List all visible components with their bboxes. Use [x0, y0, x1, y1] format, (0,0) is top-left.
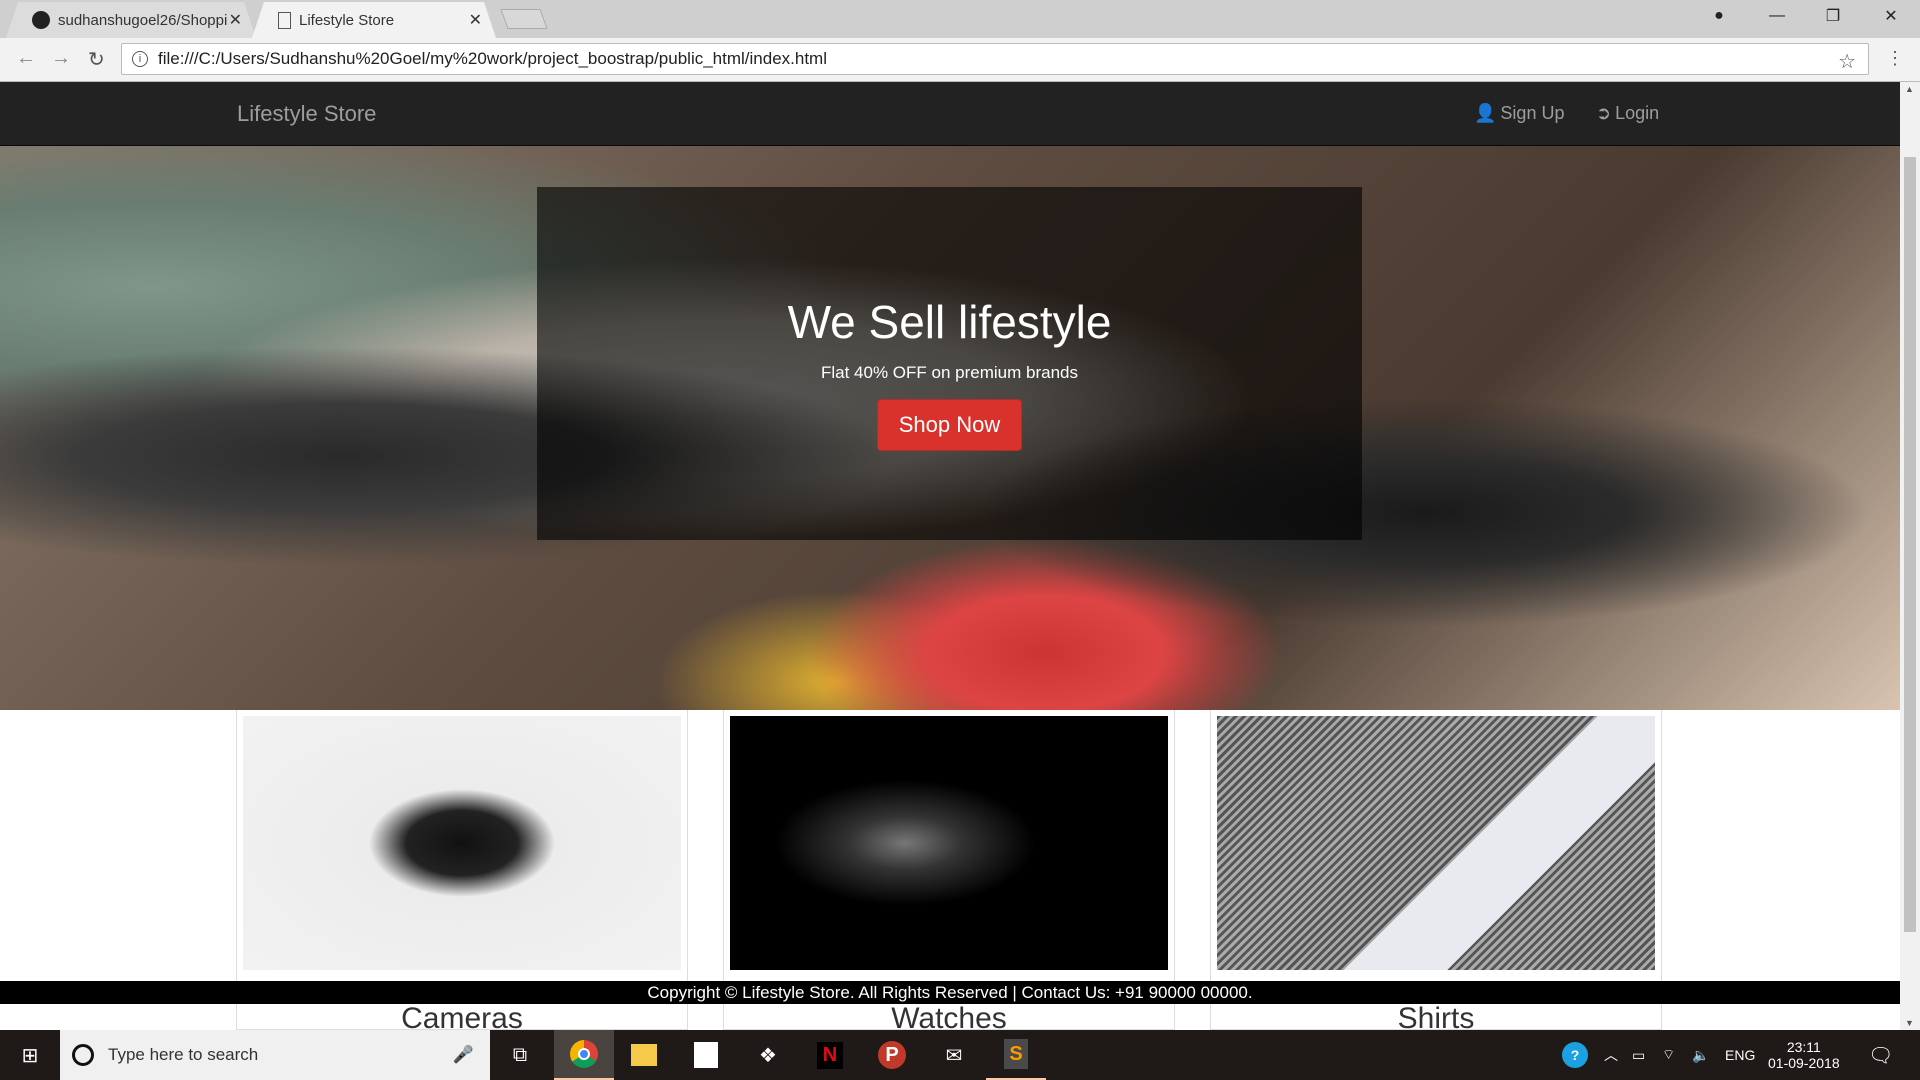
file-explorer-icon[interactable]	[614, 1030, 674, 1080]
battery-icon[interactable]: ▭	[1632, 1030, 1645, 1080]
sign-up-link[interactable]: 👤 Sign Up	[1474, 103, 1564, 124]
url-input[interactable]: i file:///C:/Users/Sudhanshu%20Goel/my%2…	[121, 43, 1869, 75]
tab-lifestyle-store[interactable]: Lifestyle Store ✕	[252, 2, 496, 38]
tab-github[interactable]: sudhanshugoel26/Shoppi ✕	[6, 2, 256, 38]
bookmark-star-icon[interactable]: ☆	[1838, 49, 1856, 74]
action-center-icon[interactable]: 🗨	[1868, 1030, 1893, 1080]
sign-up-label: Sign Up	[1500, 103, 1565, 123]
close-tab-icon[interactable]: ✕	[469, 10, 482, 30]
tab-label: Lifestyle Store	[299, 11, 395, 29]
footer: Copyright © Lifestyle Store. All Rights …	[0, 981, 1900, 1004]
clock[interactable]: 23:11 01-09-2018	[1768, 1030, 1840, 1080]
hero-title: We Sell lifestyle	[787, 296, 1112, 348]
login-link[interactable]: ➲ Login	[1596, 103, 1659, 124]
new-tab-button[interactable]	[500, 9, 548, 29]
search-placeholder: Type here to search	[108, 1045, 259, 1064]
login-label: Login	[1615, 103, 1660, 123]
restore-button[interactable]: ❐	[1808, 0, 1858, 32]
task-view-icon[interactable]: ⧉	[490, 1030, 550, 1080]
psiphon-icon[interactable]: P	[862, 1030, 922, 1080]
language-indicator[interactable]: ENG	[1725, 1030, 1755, 1080]
login-icon: ➲	[1596, 103, 1612, 123]
scroll-up-icon[interactable]: ▲	[1905, 84, 1914, 94]
show-hidden-icons[interactable]: ︿	[1604, 1030, 1618, 1080]
address-bar-row: ← → ↻ i file:///C:/Users/Sudhanshu%20Goe…	[0, 38, 1920, 82]
url-text: file:///C:/Users/Sudhanshu%20Goel/my%20w…	[158, 49, 827, 68]
browser-tab-bar: sudhanshugoel26/Shoppi ✕ Lifestyle Store…	[0, 0, 1920, 38]
taskbar: ⊞ Type here to search 🎤 ⧉ ❖ N P ✉ S ? ︿ …	[0, 1030, 1920, 1080]
dropbox-icon[interactable]: ❖	[738, 1030, 798, 1080]
user-icon: 👤	[1474, 103, 1497, 123]
forward-icon[interactable]: →	[51, 47, 71, 70]
reload-icon[interactable]: ↻	[88, 47, 105, 72]
hero-overlay: We Sell lifestyle Flat 40% OFF on premiu…	[537, 187, 1362, 540]
wifi-icon[interactable]: ⌔	[1662, 1030, 1675, 1080]
tab-label: sudhanshugoel26/Shoppi	[58, 11, 228, 29]
windows-start-icon[interactable]: ⊞	[0, 1030, 60, 1080]
back-icon[interactable]: ←	[16, 47, 36, 70]
hero-banner: We Sell lifestyle Flat 40% OFF on premiu…	[0, 146, 1900, 710]
close-window-button[interactable]: ✕	[1866, 0, 1916, 32]
menu-icon[interactable]: ⋮	[1886, 48, 1904, 69]
shop-now-button[interactable]: Shop Now	[876, 399, 1023, 451]
sublime-text-icon[interactable]: S	[986, 1030, 1046, 1080]
github-icon	[32, 11, 50, 29]
time: 23:11	[1786, 1039, 1821, 1055]
netflix-icon[interactable]: N	[800, 1030, 860, 1080]
chrome-icon[interactable]	[554, 1030, 614, 1080]
close-tab-icon[interactable]: ✕	[229, 10, 242, 30]
page-icon	[278, 12, 291, 29]
taskbar-search[interactable]: Type here to search 🎤	[60, 1030, 490, 1080]
camera-image	[243, 716, 681, 970]
shirt-image	[1217, 716, 1655, 970]
scrollbar-thumb[interactable]	[1904, 157, 1916, 932]
brand-link[interactable]: Lifestyle Store	[237, 101, 376, 127]
profile-icon[interactable]: ●	[1694, 0, 1744, 32]
scroll-down-icon[interactable]: ▼	[1905, 1018, 1914, 1028]
hero-subtitle: Flat 40% OFF on premium brands	[821, 363, 1078, 382]
navbar: Lifestyle Store 👤 Sign Up ➲ Login	[0, 82, 1900, 146]
store-icon[interactable]	[676, 1030, 736, 1080]
watch-image	[730, 716, 1168, 970]
help-icon[interactable]: ?	[1562, 1030, 1588, 1080]
page-scrollbar[interactable]: ▲ ▼	[1900, 82, 1920, 1030]
cortana-icon	[72, 1044, 94, 1066]
minimize-button[interactable]: —	[1752, 0, 1802, 32]
microphone-icon[interactable]: 🎤	[453, 1045, 474, 1065]
volume-icon[interactable]: 🔈	[1692, 1030, 1709, 1080]
date: 01-09-2018	[1768, 1055, 1840, 1071]
mail-icon[interactable]: ✉	[924, 1030, 984, 1080]
info-icon[interactable]: i	[132, 51, 148, 67]
